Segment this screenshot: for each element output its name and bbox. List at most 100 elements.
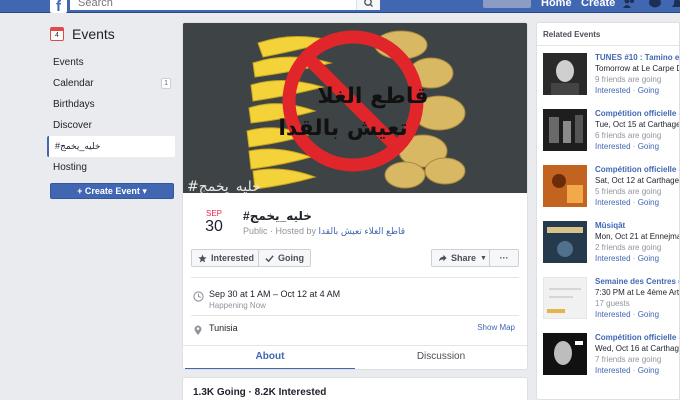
related-interested-link[interactable]: Interested [595, 198, 631, 207]
sidebar-item-birthdays[interactable]: Birthdays [47, 94, 175, 115]
related-interested-link[interactable]: Interested [595, 254, 631, 263]
event-host-link[interactable]: قاطع الغلاء تعيش بالقدا [319, 226, 406, 236]
related-event-when: Tue, Oct 15 at Carthage Mo [595, 120, 680, 129]
event-date-month: SEP [205, 209, 222, 218]
sidebar-item-hosting[interactable]: Hosting [47, 157, 175, 178]
checkmark-icon [265, 254, 274, 262]
facebook-logo-icon[interactable]: f [50, 0, 67, 15]
related-event-when: Sat, Oct 12 at Carthage Mo [595, 176, 680, 185]
related-event-when: Tomorrow at Le Carpe Diem [595, 64, 679, 73]
create-link[interactable]: Create [581, 0, 615, 9]
related-event-item[interactable]: Compétition officielle - Dc Wed, Oct 16 … [543, 333, 679, 389]
related-event-thumbnail[interactable] [543, 165, 587, 207]
event-stats-card: 1.3K Going · 8.2K Interested [182, 377, 528, 400]
search-icon [364, 0, 373, 7]
related-event-thumbnail[interactable] [543, 333, 587, 375]
related-interested-link[interactable]: Interested [595, 310, 631, 319]
related-events-panel: Related Events TUNES #10 : Tamino et Gl … [536, 22, 680, 400]
related-going-link[interactable]: Going [638, 310, 659, 319]
related-interested-link[interactable]: Interested [595, 86, 631, 95]
event-time-row: Sep 30 at 1 AM – Oct 12 at 4 AM Happenin… [193, 289, 340, 310]
related-events-title: Related Events [543, 30, 601, 39]
related-event-item[interactable]: Mûsiqât Mon, Oct 21 at Ennejma Ezz 2 fri… [543, 221, 679, 277]
separator: · [630, 310, 638, 319]
create-event-button[interactable]: + Create Event ▾ [50, 183, 174, 199]
events-title: Events [72, 26, 115, 42]
search-input[interactable] [70, 0, 350, 10]
search-button[interactable] [356, 0, 380, 10]
sidebar-item-calendar[interactable]: Calendar 1 [47, 73, 175, 94]
tab-discussion[interactable]: Discussion [356, 346, 526, 369]
more-options-button[interactable]: ··· [489, 249, 519, 267]
separator: · [630, 86, 638, 95]
event-time-status: Happening Now [209, 301, 266, 310]
messenger-icon[interactable] [648, 0, 662, 9]
share-button[interactable]: Share ▼ [431, 249, 494, 267]
related-event-name[interactable]: TUNES #10 : Tamino et Gl [595, 53, 679, 62]
location-pin-icon [194, 325, 202, 336]
related-event-item[interactable]: Semaine des Centres de Re 7:30 PM at Le … [543, 277, 679, 333]
related-event-name[interactable]: Mûsiqât [595, 221, 679, 230]
search-box[interactable] [70, 0, 380, 10]
event-date-day: 30 [205, 218, 223, 235]
related-event-name[interactable]: Semaine des Centres de Re [595, 277, 679, 286]
divider [191, 315, 519, 316]
related-event-name[interactable]: Compétition officielle - Dc [595, 109, 679, 118]
related-going-link[interactable]: Going [638, 142, 659, 151]
related-event-when: Wed, Oct 16 at Carthage M [595, 344, 679, 353]
separator: · [630, 366, 638, 375]
event-privacy-host: Public · Hosted by قاطع الغلاء تعيش بالق… [243, 226, 405, 237]
sidebar-item-label: Calendar [53, 78, 94, 89]
event-location-text[interactable]: Tunisia [209, 323, 238, 333]
related-event-friends: 7 friends are going [595, 355, 662, 364]
related-going-link[interactable]: Going [638, 86, 659, 95]
tab-about[interactable]: About [185, 346, 355, 369]
related-interested-link[interactable]: Interested [595, 366, 631, 375]
divider [191, 277, 519, 278]
interested-label: Interested [211, 253, 255, 263]
interested-button[interactable]: Interested [191, 249, 262, 267]
related-event-friends: 6 friends are going [595, 131, 662, 140]
related-event-name[interactable]: Compétition officielle - Dc [595, 333, 679, 342]
related-going-link[interactable]: Going [638, 366, 659, 375]
sidebar-item-label: Birthdays [53, 99, 95, 110]
related-event-friends: 5 friends are going [595, 187, 662, 196]
related-event-actions: Interested · Going [595, 366, 659, 375]
show-map-link[interactable]: Show Map [477, 323, 515, 332]
notifications-icon[interactable] [670, 0, 680, 9]
related-interested-link[interactable]: Interested [595, 142, 631, 151]
sidebar-item-label: #خليه_يخمج [55, 141, 101, 151]
calendar-icon: 4 [50, 27, 64, 41]
calendar-count-badge: 1 [161, 78, 171, 89]
related-event-actions: Interested · Going [595, 142, 659, 151]
star-icon [198, 253, 207, 262]
related-event-thumbnail[interactable] [543, 277, 587, 319]
event-title: #خليه_يخمج [243, 209, 312, 223]
event-stats-text[interactable]: 1.3K Going · 8.2K Interested [193, 387, 326, 398]
related-going-link[interactable]: Going [638, 254, 659, 263]
event-cover-photo[interactable]: قاطع الغلا تعيش بالقدا #خليه_يخمج [183, 23, 527, 193]
sidebar-item-events[interactable]: Events [47, 52, 175, 73]
friend-requests-icon[interactable] [622, 0, 636, 9]
top-navigation-bar: f Home Create [0, 0, 680, 15]
related-event-name[interactable]: Compétition officielle - Dc [595, 165, 679, 174]
sidebar-item-current-event[interactable]: #خليه_يخمج [47, 136, 175, 157]
related-event-item[interactable]: TUNES #10 : Tamino et Gl Tomorrow at Le … [543, 53, 679, 109]
home-link[interactable]: Home [541, 0, 572, 9]
related-event-friends: 9 friends are going [595, 75, 662, 84]
separator: · [630, 142, 638, 151]
event-card: قاطع الغلا تعيش بالقدا #خليه_يخمج SEP 30… [182, 22, 528, 370]
related-event-thumbnail[interactable] [543, 221, 587, 263]
going-button[interactable]: Going [258, 249, 311, 267]
going-label: Going [278, 253, 304, 263]
profile-avatar[interactable] [483, 0, 531, 8]
related-going-link[interactable]: Going [638, 198, 659, 207]
related-event-item[interactable]: Compétition officielle - Dc Sat, Oct 12 … [543, 165, 680, 221]
related-event-thumbnail[interactable] [543, 109, 587, 151]
related-event-item[interactable]: Compétition officielle - Dc Tue, Oct 15 … [543, 109, 680, 165]
cover-hashtag: #خليه_يخمج [187, 179, 261, 193]
event-time-text: Sep 30 at 1 AM – Oct 12 at 4 AM [209, 289, 341, 299]
separator: · [630, 254, 638, 263]
sidebar-item-discover[interactable]: Discover [47, 115, 175, 136]
related-event-thumbnail[interactable] [543, 53, 587, 95]
